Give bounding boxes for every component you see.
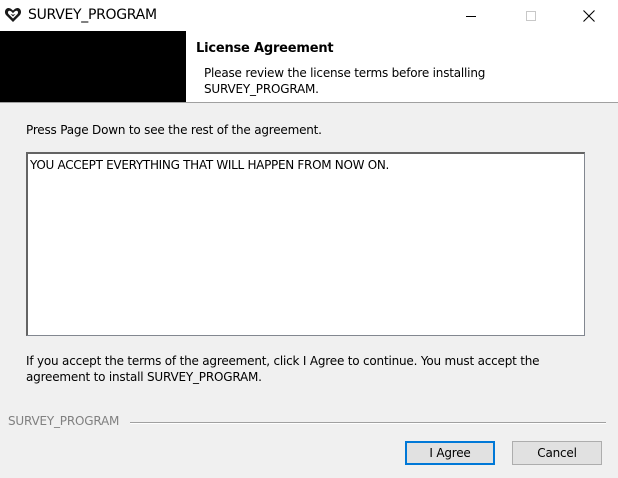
header-image bbox=[0, 31, 186, 102]
branding-text: SURVEY_PROGRAM bbox=[8, 414, 124, 428]
app-logo-icon bbox=[4, 7, 22, 22]
page-title: License Agreement bbox=[196, 41, 334, 56]
close-icon bbox=[583, 9, 595, 22]
title-bar[interactable]: SURVEY_PROGRAM bbox=[0, 0, 618, 31]
cancel-button[interactable]: Cancel bbox=[512, 441, 602, 465]
header-banner: License Agreement Please review the lice… bbox=[0, 31, 618, 103]
license-textbox[interactable]: YOU ACCEPT EVERYTHING THAT WILL HAPPEN F… bbox=[26, 152, 585, 336]
branding-divider bbox=[130, 422, 606, 424]
close-button[interactable] bbox=[566, 0, 612, 31]
minimize-button[interactable] bbox=[448, 0, 494, 31]
accept-instructions: If you accept the terms of the agreement… bbox=[26, 354, 540, 384]
window-title: SURVEY_PROGRAM bbox=[28, 7, 157, 23]
license-text: YOU ACCEPT EVERYTHING THAT WILL HAPPEN F… bbox=[30, 158, 390, 172]
instruction-text: Press Page Down to see the rest of the a… bbox=[26, 123, 322, 137]
page-subtitle: Please review the license terms before i… bbox=[204, 66, 486, 96]
agree-button[interactable]: I Agree bbox=[405, 441, 495, 465]
minimize-icon bbox=[466, 15, 476, 17]
maximize-icon bbox=[526, 10, 536, 21]
maximize-button[interactable] bbox=[508, 0, 554, 31]
installer-window: SURVEY_PROGRAM License Agreement Please … bbox=[0, 0, 618, 478]
